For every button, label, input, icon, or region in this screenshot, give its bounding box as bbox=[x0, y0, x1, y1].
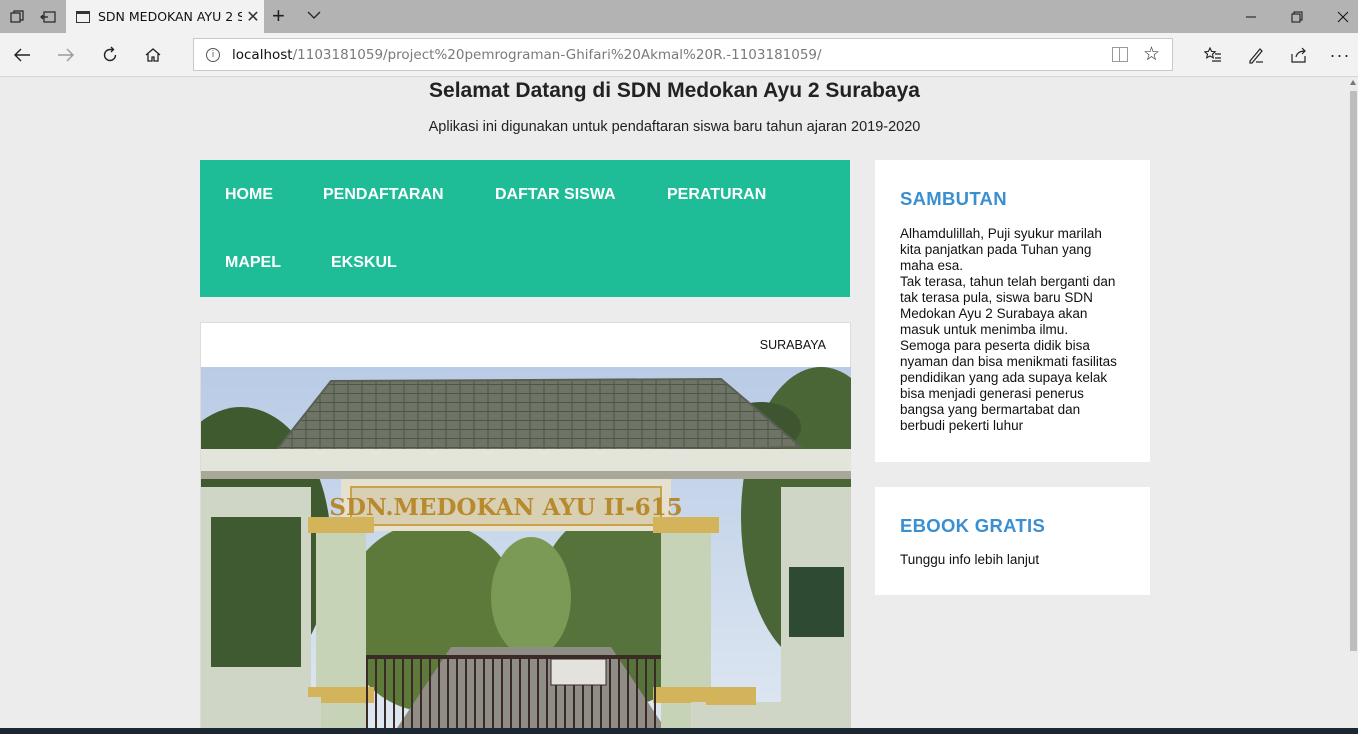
ebook-card: EBOOK GRATIS Tunggu info lebih lanjut bbox=[875, 487, 1150, 595]
tab-actions-icon[interactable] bbox=[7, 7, 27, 27]
main-menu: HOME PENDAFTARAN DAFTAR SISWA PERATURAN … bbox=[200, 160, 850, 297]
main-content-card: SURABAYA SDN.MEDOKAN AYU II-615 bbox=[200, 322, 851, 728]
sambutan-card: SAMBUTAN Alhamdulillah, Puji syukur mari… bbox=[875, 160, 1150, 462]
url-text: localhost/1103181059/project%20pemrogram… bbox=[232, 47, 822, 63]
browser-nav-bar: i localhost/1103181059/project%20pemrogr… bbox=[0, 33, 1358, 77]
refresh-icon[interactable] bbox=[96, 41, 124, 69]
browser-tab-bar: SDN MEDOKAN AYU 2 S ✕ + bbox=[0, 0, 1358, 33]
page-title: Selamat Datang di SDN Medokan Ayu 2 Sura… bbox=[429, 79, 920, 102]
school-gate-photo: SDN.MEDOKAN AYU II-615 bbox=[201, 367, 851, 728]
menu-ekskul[interactable]: EKSKUL bbox=[331, 254, 397, 272]
forward-arrow-icon[interactable] bbox=[52, 41, 80, 69]
page-subtitle: Aplikasi ini digunakan untuk pendaftaran… bbox=[428, 119, 921, 135]
address-bar[interactable]: i localhost/1103181059/project%20pemrogr… bbox=[193, 38, 1173, 71]
favorite-star-icon[interactable]: ☆ bbox=[1143, 43, 1160, 66]
info-icon[interactable]: i bbox=[206, 47, 220, 62]
page-icon bbox=[76, 10, 90, 23]
browser-tab-active[interactable]: SDN MEDOKAN AYU 2 S ✕ bbox=[66, 0, 264, 33]
restore-icon[interactable] bbox=[1274, 0, 1320, 33]
url-host: localhost bbox=[232, 46, 293, 63]
notes-pen-icon[interactable] bbox=[1242, 41, 1270, 69]
ebook-text: Tunggu info lebih lanjut bbox=[900, 552, 1040, 567]
favorites-hub-icon[interactable] bbox=[1199, 41, 1227, 69]
more-icon[interactable]: ··· bbox=[1326, 41, 1354, 69]
close-window-icon[interactable] bbox=[1320, 0, 1358, 33]
menu-peraturan[interactable]: PERATURAN bbox=[667, 186, 766, 204]
menu-home[interactable]: HOME bbox=[225, 186, 273, 204]
back-arrow-icon[interactable] bbox=[8, 41, 36, 69]
web-page: Selamat Datang di SDN Medokan Ayu 2 Sura… bbox=[0, 77, 1349, 728]
sambutan-title: SAMBUTAN bbox=[900, 188, 1007, 209]
close-tab-icon[interactable]: ✕ bbox=[242, 7, 264, 26]
scroll-up-arrow-icon[interactable] bbox=[1350, 80, 1356, 85]
tab-title: SDN MEDOKAN AYU 2 S bbox=[98, 9, 242, 24]
home-icon[interactable] bbox=[139, 41, 167, 69]
sambutan-text: Alhamdulillah, Puji syukur marilah kita … bbox=[900, 226, 1117, 433]
menu-pendaftaran[interactable]: PENDAFTARAN bbox=[323, 186, 444, 204]
location-label: SURABAYA bbox=[759, 338, 826, 352]
share-icon[interactable] bbox=[1285, 41, 1313, 69]
ebook-title: EBOOK GRATIS bbox=[900, 515, 1046, 536]
url-path: /1103181059/project%20pemrograman-Ghifar… bbox=[292, 46, 822, 63]
new-tab-icon[interactable]: + bbox=[272, 4, 285, 28]
scrollbar-thumb[interactable] bbox=[1350, 91, 1357, 651]
sign-text: SDN.MEDOKAN AYU II-615 bbox=[329, 494, 682, 521]
reading-view-icon[interactable] bbox=[1112, 47, 1128, 62]
set-tabs-aside-icon[interactable] bbox=[38, 7, 58, 27]
chevron-down-icon[interactable] bbox=[306, 7, 322, 23]
menu-mapel[interactable]: MAPEL bbox=[225, 254, 281, 272]
vertical-scrollbar[interactable] bbox=[1349, 77, 1358, 728]
menu-daftar-siswa[interactable]: DAFTAR SISWA bbox=[495, 186, 616, 204]
taskbar bbox=[0, 728, 1358, 734]
minimize-icon[interactable] bbox=[1228, 0, 1274, 33]
